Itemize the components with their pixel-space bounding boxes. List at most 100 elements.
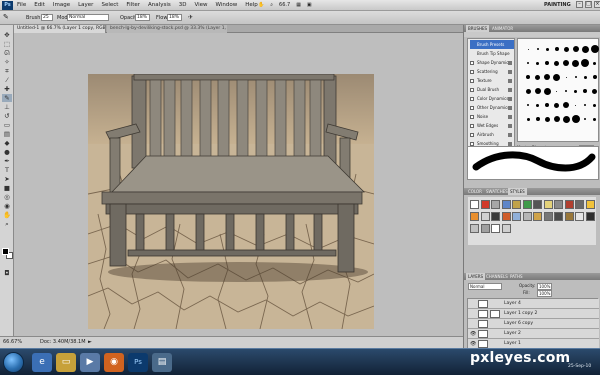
brush-tip-thumbnail[interactable] <box>544 116 550 122</box>
brush-tip-thumbnail[interactable] <box>565 76 567 78</box>
brush-tip-thumbnail[interactable] <box>562 115 570 123</box>
style-swatch[interactable] <box>585 200 595 209</box>
brush-tip-thumbnail[interactable] <box>536 61 539 65</box>
brush-tip-thumbnail[interactable] <box>572 59 579 67</box>
brush-setting-item[interactable]: Wet Edges <box>470 121 514 130</box>
tab-animator[interactable]: ANIMATOR <box>490 25 515 32</box>
brush-setting-checkbox[interactable] <box>470 61 474 65</box>
style-swatch[interactable] <box>522 200 532 209</box>
lock-icon[interactable] <box>508 124 512 128</box>
type-tool-icon[interactable]: T <box>2 166 12 174</box>
brush-tip-thumbnail[interactable] <box>592 75 597 79</box>
brush-tip-thumbnail[interactable] <box>535 117 540 121</box>
lock-icon[interactable] <box>508 115 512 119</box>
lock-icon[interactable] <box>508 133 512 137</box>
style-swatch[interactable] <box>575 200 584 209</box>
brush-tip-thumbnail[interactable] <box>583 75 587 79</box>
zoom-level-field[interactable]: 66.67% <box>3 337 22 348</box>
windows-start-button[interactable] <box>3 352 24 373</box>
style-swatch[interactable] <box>554 200 563 209</box>
style-swatch[interactable] <box>470 212 479 221</box>
style-swatch[interactable] <box>491 212 500 221</box>
style-swatch[interactable] <box>564 200 574 209</box>
brush-setting-item[interactable]: Texture <box>470 76 514 85</box>
brush-setting-checkbox[interactable] <box>470 97 474 101</box>
document-tab-inactive[interactable]: bench-lg-by-deviliking-stock.psd @ 33.3%… <box>107 25 227 33</box>
menu-help[interactable]: Help <box>245 1 258 10</box>
brush-tip-thumbnail[interactable] <box>572 46 579 52</box>
tab-layers[interactable]: LAYERS <box>466 273 486 280</box>
brush-tip-thumbnail[interactable] <box>527 62 529 64</box>
brush-tip-thumbnail[interactable] <box>526 117 530 121</box>
style-swatch[interactable] <box>501 224 511 233</box>
brush-tip-thumbnail[interactable] <box>581 45 589 53</box>
brush-setting-item[interactable]: Shape Dynamics <box>470 58 514 67</box>
brush-tip-thumbnail[interactable] <box>563 102 569 108</box>
style-swatch[interactable] <box>480 212 490 221</box>
brush-tip-thumbnail[interactable] <box>553 116 560 122</box>
brush-tip-thumbnail[interactable] <box>581 59 589 67</box>
document-tab-active[interactable]: Untitled-1 @ 66.7% (Layer 1 copy, RGB/8)… <box>14 25 106 33</box>
document-canvas[interactable] <box>88 74 374 329</box>
brush-setting-checkbox[interactable] <box>470 106 474 110</box>
layer-mask-thumbnail[interactable] <box>490 310 500 318</box>
menu-file[interactable]: File <box>17 1 26 10</box>
brush-tip-thumbnail[interactable] <box>556 90 557 92</box>
hand-icon[interactable]: ✋ <box>258 1 264 10</box>
eyedropper-tool-icon[interactable]: ⁄ <box>2 76 12 84</box>
brush-tip-thumbnail[interactable] <box>525 88 531 94</box>
brush-setting-checkbox[interactable] <box>470 124 474 128</box>
brush-tip-thumbnail[interactable] <box>554 60 559 66</box>
tab-color[interactable]: COLOR <box>466 188 484 195</box>
brush-tip-thumbnail[interactable] <box>545 61 549 65</box>
brush-setting-checkbox[interactable] <box>470 88 474 92</box>
style-swatch[interactable] <box>480 224 490 233</box>
style-swatch[interactable] <box>575 212 584 221</box>
brush-setting-item[interactable]: Color Dynamics <box>470 94 514 103</box>
tab-channels[interactable]: CHANNELS <box>484 273 510 280</box>
brush-size-picker[interactable]: 25 <box>41 14 53 21</box>
flow-input[interactable]: 18% <box>167 14 182 21</box>
layer-fill-input[interactable]: 100% <box>537 290 553 297</box>
brush-tip-thumbnail[interactable] <box>527 104 529 106</box>
minimize-icon[interactable]: – <box>576 1 583 8</box>
brush-tip-thumbnail[interactable] <box>536 103 539 107</box>
brush-tip-thumbnail[interactable] <box>534 88 541 94</box>
arrange-documents-icon[interactable]: ▦ <box>296 1 301 10</box>
tab-paths[interactable]: PATHS <box>508 273 525 280</box>
style-swatch[interactable] <box>480 200 490 209</box>
photoshop-taskbar-icon[interactable]: Ps <box>128 353 148 372</box>
style-swatch[interactable] <box>491 224 500 233</box>
layer-row[interactable]: 👁 Layer 2 <box>468 329 599 339</box>
zoom-tool-icon[interactable]: ⌕ <box>2 220 12 228</box>
lock-icon[interactable] <box>508 61 512 65</box>
style-swatch[interactable] <box>501 212 511 221</box>
tab-styles[interactable]: STYLES <box>508 188 527 195</box>
brush-tip-thumbnail[interactable] <box>584 104 586 106</box>
brush-tip-thumbnail[interactable] <box>590 45 599 53</box>
style-swatch[interactable] <box>512 200 521 209</box>
menu-image[interactable]: Image <box>53 1 70 10</box>
brush-setting-checkbox[interactable] <box>470 115 474 119</box>
path-select-tool-icon[interactable]: ➤ <box>2 175 12 183</box>
brush-tip-thumbnail[interactable] <box>593 117 596 121</box>
close-icon[interactable]: × <box>594 1 600 8</box>
lock-icon[interactable] <box>508 97 512 101</box>
style-swatch[interactable] <box>585 212 595 221</box>
style-swatch[interactable] <box>470 224 479 233</box>
move-tool-icon[interactable]: ✥ <box>2 31 12 39</box>
style-swatch[interactable] <box>564 212 574 221</box>
layer-row[interactable]: Layer 6 copy <box>468 319 599 329</box>
airbrush-icon[interactable]: ✈ <box>188 14 193 21</box>
shape-tool-icon[interactable]: ■ <box>2 184 12 192</box>
lasso-tool-icon[interactable]: ᘏ <box>2 49 12 57</box>
brush-tip-thumbnail[interactable] <box>574 89 577 93</box>
brush-setting-checkbox[interactable] <box>470 79 474 83</box>
mode-select[interactable]: Normal <box>67 14 109 21</box>
media-player-icon[interactable]: ▶ <box>80 353 100 372</box>
brush-tip-thumbnail[interactable] <box>544 74 550 80</box>
menu-edit[interactable]: Edit <box>34 1 45 10</box>
style-swatch[interactable] <box>543 200 553 209</box>
lock-icon[interactable] <box>508 70 512 74</box>
brush-tip-thumbnail[interactable] <box>554 47 559 51</box>
